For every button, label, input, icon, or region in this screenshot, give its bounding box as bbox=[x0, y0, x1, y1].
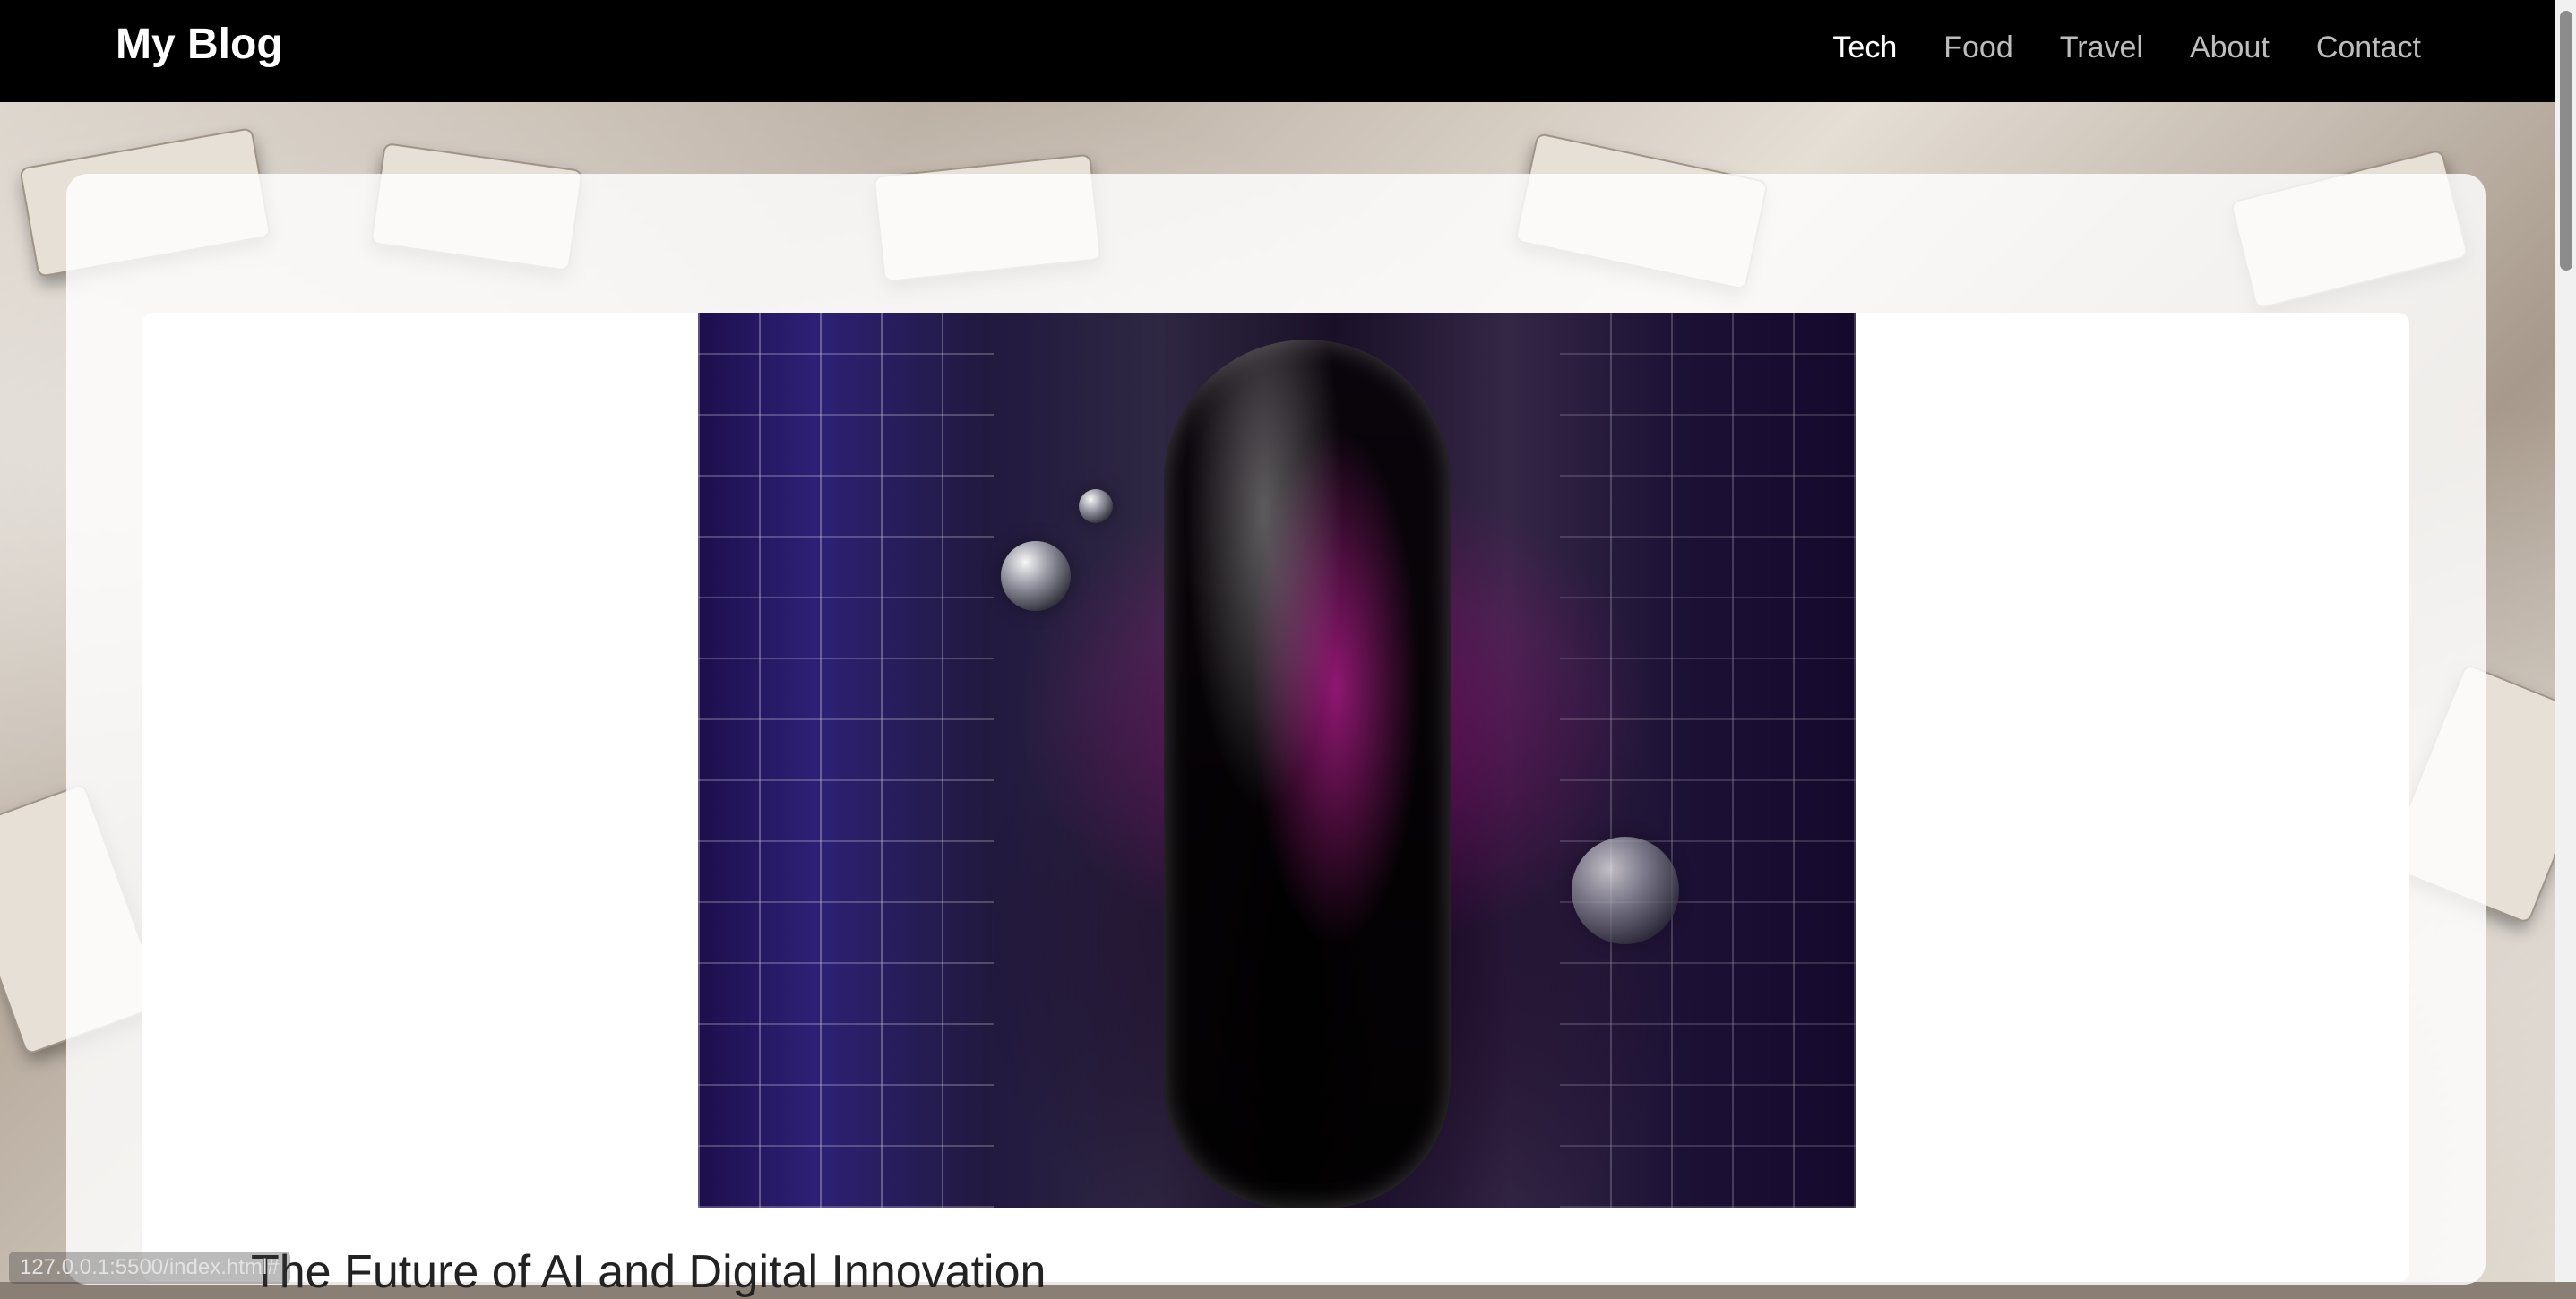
right-grid-pattern bbox=[1560, 313, 1856, 1208]
floating-orb bbox=[1001, 541, 1071, 611]
scrollbar-thumb[interactable] bbox=[2560, 11, 2572, 271]
site-logo[interactable]: My Blog bbox=[116, 20, 283, 69]
url-preview: 127.0.0.1:5500/index.html# bbox=[9, 1252, 290, 1284]
nav-link-about[interactable]: About bbox=[2190, 30, 2270, 65]
nav-link-tech[interactable]: Tech bbox=[1832, 30, 1897, 65]
chrome-figure-image bbox=[1164, 340, 1451, 1208]
nav-link-travel[interactable]: Travel bbox=[2060, 30, 2143, 65]
floating-orb bbox=[1079, 489, 1113, 523]
top-navigation-bar: My Blog Tech Food Travel About Contact bbox=[0, 0, 2555, 102]
featured-post-image[interactable] bbox=[698, 313, 1856, 1208]
floating-orb bbox=[1572, 837, 1679, 944]
main-navigation: Tech Food Travel About Contact bbox=[1832, 30, 2421, 65]
nav-link-contact[interactable]: Contact bbox=[2316, 30, 2421, 65]
post-title[interactable]: The Future of AI and Digital Innovation bbox=[251, 1245, 1046, 1299]
nav-link-food[interactable]: Food bbox=[1943, 30, 2013, 65]
left-grid-pattern bbox=[698, 313, 994, 1208]
vertical-scrollbar[interactable] bbox=[2555, 0, 2576, 1282]
